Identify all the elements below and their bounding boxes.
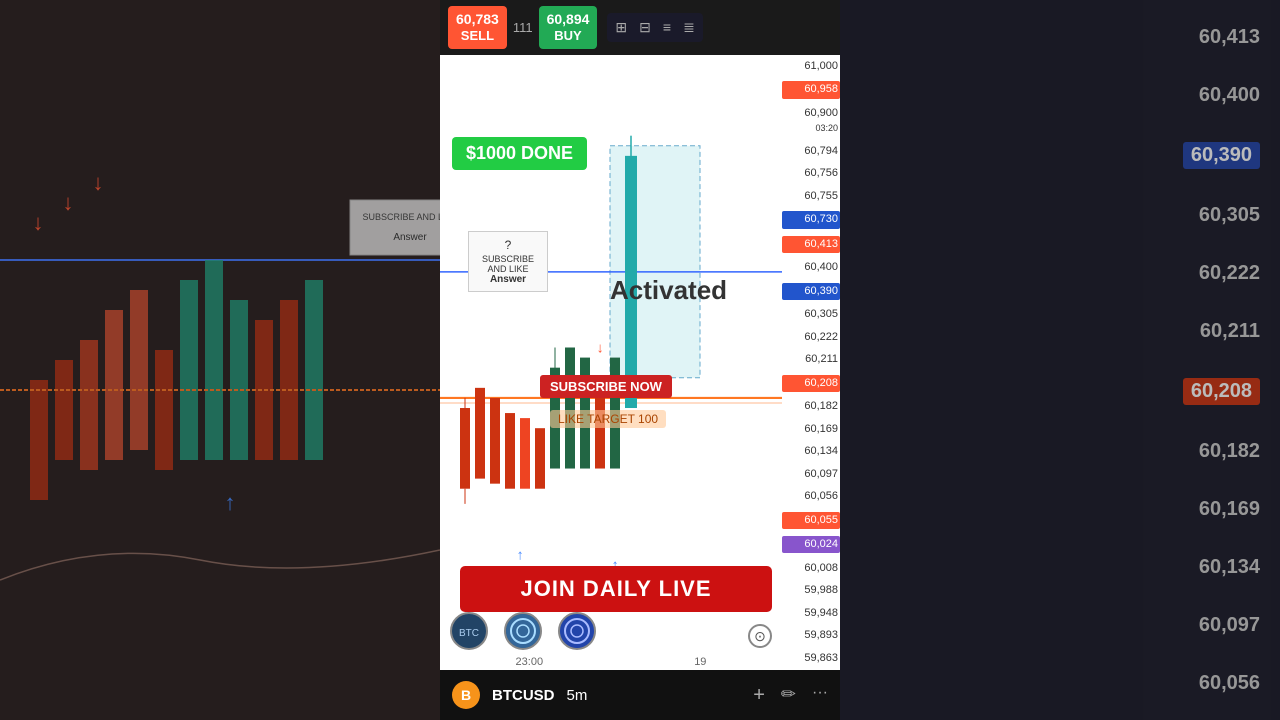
price-59948: 59,948 <box>782 606 840 621</box>
price-60056: 60,056 <box>782 489 840 504</box>
avatar-3 <box>558 612 596 650</box>
time-label-2: 19 <box>694 656 706 668</box>
join-daily-live-banner: JOIN DAILY LIVE <box>460 566 772 612</box>
bottom-bar: B BTCUSD 5m + ✏ ··· <box>440 670 840 720</box>
price-60169: 60,169 <box>782 422 840 437</box>
price-59893: 59,893 <box>782 628 840 643</box>
subscribe-box: ? SUBSCRIBE AND LIKE Answer <box>468 231 548 292</box>
price-60794: 60,794 <box>782 144 840 159</box>
done-banner: $1000 DONE <box>452 137 587 170</box>
buy-button[interactable]: 60,894 BUY <box>539 6 598 49</box>
price-60400: 60,400 <box>782 260 840 275</box>
svg-text:↓: ↓ <box>63 190 74 215</box>
subscribe-box-text: SUBSCRIBE AND LIKE <box>479 254 537 274</box>
more-icon[interactable]: ··· <box>812 684 828 707</box>
like-target-banner: LIKE TARGET 100 <box>550 410 666 428</box>
price-60390: 60,390 <box>782 283 840 300</box>
right-panel: 60,413 60,400 60,390 60,305 60,222 60,21… <box>840 0 1280 720</box>
right-price-60222: 60,222 <box>840 262 1280 285</box>
pen-icon[interactable]: ✏ <box>781 684 796 707</box>
svg-text:↓: ↓ <box>93 170 104 195</box>
center-panel: 60,783 SELL 111 60,894 BUY ⊞ ⊟ ≡ ≣ <box>440 0 840 720</box>
toolbar-rect-icon[interactable]: ⊞ <box>611 17 631 38</box>
price-60900: 60,90003:20 <box>782 106 840 137</box>
right-price-60134: 60,134 <box>840 556 1280 579</box>
buy-button-group[interactable]: 60,894 BUY <box>539 6 598 49</box>
buy-label: BUY <box>547 28 590 45</box>
left-chart-svg: ↓ ↓ ↓ ↑ SUBSCRIBE AND LIKE Answer <box>0 0 440 720</box>
toolbar-lines-icon[interactable]: ≡ <box>659 17 675 38</box>
toolbar: ⊞ ⊟ ≡ ≣ <box>607 13 702 42</box>
avatar-1: BTC <box>450 612 488 650</box>
right-price-60182: 60,182 <box>840 440 1280 463</box>
price-60097: 60,097 <box>782 467 840 482</box>
price-levels: 61,000 60,958 60,90003:20 60,794 60,756 … <box>782 55 840 670</box>
add-icon[interactable]: + <box>753 684 765 707</box>
price-60208: 60,208 <box>782 375 840 392</box>
sell-price: 60,783 <box>456 10 499 28</box>
spread-value: 111 <box>513 20 533 35</box>
timeframe-text[interactable]: 5m <box>567 687 588 704</box>
sell-label: SELL <box>456 28 499 45</box>
right-price-60211: 60,211 <box>840 320 1280 343</box>
time-label-1: 23:00 <box>516 656 544 668</box>
price-60413: 60,413 <box>782 236 840 253</box>
right-price-60056: 60,056 <box>840 672 1280 695</box>
left-panel: Answer ↓ ↓ ↓ ↑ <box>0 0 440 720</box>
right-price-60208-red: 60,208 <box>840 378 1280 405</box>
right-price-60400: 60,400 <box>840 84 1280 107</box>
right-price-list: 60,413 60,400 60,390 60,305 60,222 60,21… <box>840 0 1280 720</box>
btc-icon: B <box>452 681 480 709</box>
price-60730: 60,730 <box>782 211 840 228</box>
subscribe-box-icon: ? <box>479 238 537 252</box>
price-59988: 59,988 <box>782 583 840 598</box>
right-price-60169: 60,169 <box>840 498 1280 521</box>
right-price-60305: 60,305 <box>840 204 1280 227</box>
price-60756: 60,756 <box>782 166 840 181</box>
avatar-row: BTC <box>450 612 596 650</box>
price-60755: 60,755 <box>782 189 840 204</box>
svg-text:↑: ↑ <box>225 490 236 515</box>
price-60222: 60,222 <box>782 330 840 345</box>
chart-area: ✓ 2 <box>440 55 840 670</box>
svg-text:Answer: Answer <box>393 232 427 243</box>
svg-text:SUBSCRIBE AND LIKE: SUBSCRIBE AND LIKE <box>362 212 440 222</box>
target-icon: ⊙ <box>748 624 772 648</box>
sell-button-group[interactable]: 60,783 SELL <box>448 6 507 49</box>
price-60182: 60,182 <box>782 399 840 414</box>
right-price-60390: 60,390 <box>840 142 1280 169</box>
toolbar-grid-icon[interactable]: ⊟ <box>635 17 655 38</box>
price-60008: 60,008 <box>782 561 840 576</box>
avatar-2 <box>504 612 542 650</box>
bottom-icons-group: + ✏ ··· <box>753 684 828 707</box>
main-container: Answer ↓ ↓ ↓ ↑ <box>0 0 1280 720</box>
time-labels: 23:00 19 <box>440 656 782 668</box>
price-60024: 60,024 <box>782 536 840 553</box>
buy-price: 60,894 <box>547 10 590 28</box>
symbol-text: BTCUSD <box>492 687 555 704</box>
price-59863: 59,863 <box>782 651 840 666</box>
svg-text:↑: ↑ <box>516 546 523 562</box>
subscribe-now-banner: SUBSCRIBE NOW <box>540 375 672 398</box>
chart-header: 60,783 SELL 111 60,894 BUY ⊞ ⊟ ≡ ≣ <box>440 0 840 55</box>
toolbar-menu-icon[interactable]: ≣ <box>679 17 699 38</box>
price-60211: 60,211 <box>782 352 840 367</box>
activated-text: Activated <box>610 275 727 306</box>
right-price-60097: 60,097 <box>840 614 1280 637</box>
price-60958: 60,958 <box>782 81 840 98</box>
price-60134: 60,134 <box>782 444 840 459</box>
right-price-60413: 60,413 <box>840 26 1280 49</box>
price-61000: 61,000 <box>782 59 840 74</box>
price-60305: 60,305 <box>782 307 840 322</box>
svg-text:BTC: BTC <box>459 628 479 639</box>
subscribe-box-sub: Answer <box>479 274 537 285</box>
svg-text:↓: ↓ <box>596 339 603 355</box>
price-60055: 60,055 <box>782 512 840 529</box>
sell-button[interactable]: 60,783 SELL <box>448 6 507 49</box>
svg-text:↓: ↓ <box>33 210 44 235</box>
